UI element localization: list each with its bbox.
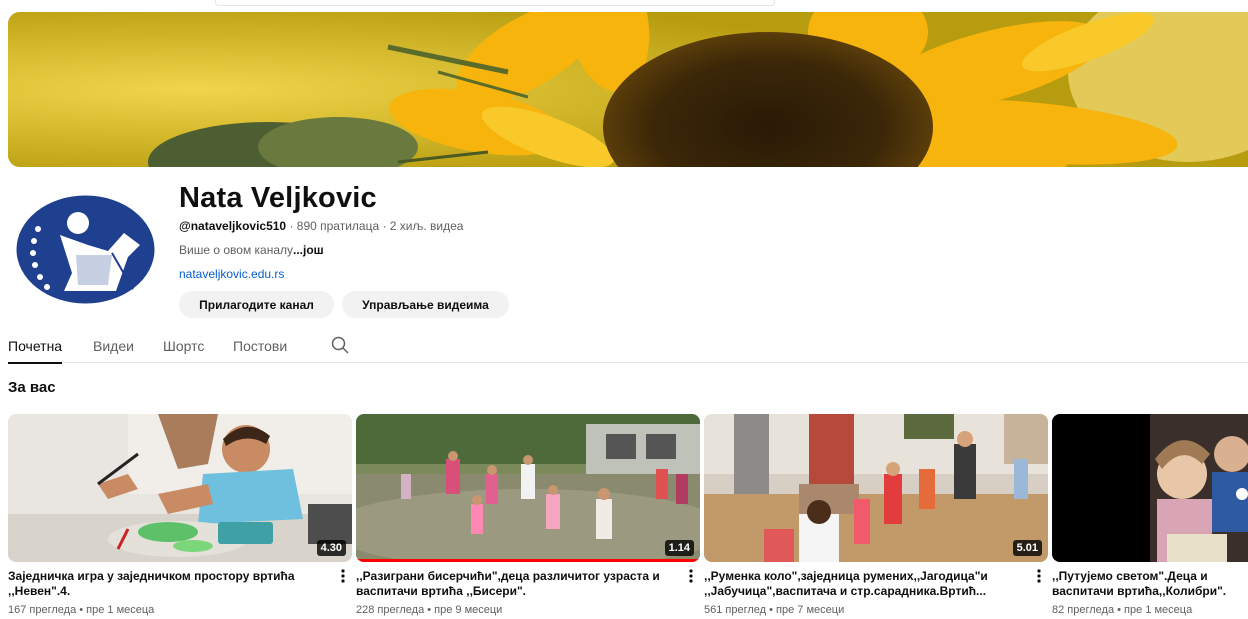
video-thumbnail[interactable]: 4.30 [8,414,352,562]
video-duration: 5.01 [1012,540,1042,556]
video-meta: 167 прегледа • пре 1 месеца [8,604,155,616]
tab-shorts[interactable]: Шортс [163,337,204,355]
video-title[interactable]: Заједничка игра у заједничком простору в… [8,569,326,599]
section-title: За вас [8,379,56,396]
video-thumbnail[interactable]: 5.01 [704,414,1048,562]
channel-about-text: Више о овом каналу [179,243,294,257]
tab-videos[interactable]: Видеи [93,337,134,355]
video-duration: 4.30 [316,540,346,556]
video-title[interactable]: ,,Путујемо светом".Деца и васпитачи врти… [1052,569,1248,599]
more-vert-icon[interactable] [684,568,698,584]
tab-posts[interactable]: Постови [233,337,287,355]
channel-meta: @nataveljkovic510 · 890 пратилаца · 2 хи… [179,218,463,234]
channel-avatar[interactable] [16,195,155,304]
video-card[interactable]: 4.30 Заједничка игра у заједничком прост… [8,414,352,616]
channel-website-link[interactable]: nataveljkovic.edu.rs [179,266,284,282]
video-card[interactable]: ,,Путујемо светом".Деца и васпитачи врти… [1052,414,1248,616]
tab-home[interactable]: Почетна [8,337,63,364]
video-card[interactable]: 5.01 ,,Руменка коло",заједница румених,,… [704,414,1048,616]
more-vert-icon[interactable] [336,568,350,584]
video-meta: 82 прегледа • пре 1 месеца [1052,604,1193,616]
video-meta: 561 преглед • пре 7 месеци [704,604,845,616]
search-icon[interactable] [330,335,350,355]
video-thumbnail[interactable] [1052,414,1248,562]
more-vert-icon[interactable] [1032,568,1046,584]
manage-videos-button[interactable]: Управљање видеима [342,291,509,318]
video-title[interactable]: ,,Разиграни бисерчићи",деца различитог у… [356,569,674,599]
search-bar-edge [215,0,775,6]
channel-banner [8,12,1248,167]
channel-tabs: Почетна Видеи Шортс Постови [8,330,1248,364]
video-meta: 228 прегледа • пре 9 месеци [356,604,503,616]
watch-progress-bar [356,559,700,562]
video-title[interactable]: ,,Руменка коло",заједница румених,,Јагод… [704,569,1022,599]
video-thumbnail[interactable]: 1.14 [356,414,700,562]
channel-handle: @nataveljkovic510 [179,219,287,233]
customize-channel-button[interactable]: Прилагодите канал [179,291,334,318]
channel-title: Nata Veljkovic [179,182,377,214]
channel-about[interactable]: Више о овом каналу...још [179,242,324,258]
video-duration: 1.14 [664,540,694,556]
channel-about-more[interactable]: ...још [293,243,324,257]
channel-stats: · 890 пратилаца · 2 хиљ. видеа [286,219,464,233]
video-card[interactable]: 1.14 ,,Разиграни бисерчићи",деца различи… [356,414,700,616]
